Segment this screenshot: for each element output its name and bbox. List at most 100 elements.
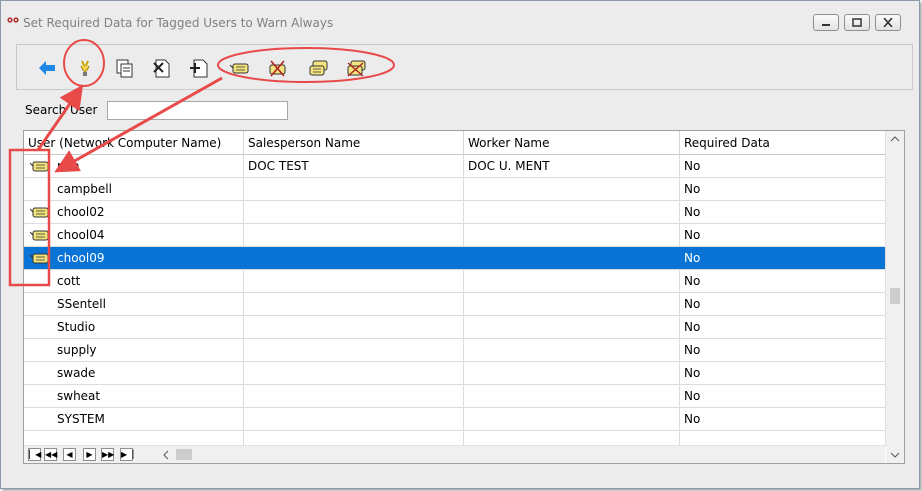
user-cell[interactable]: supply [24, 339, 244, 361]
delete-button[interactable] [151, 57, 173, 79]
table-row[interactable]: SYSTEM No [24, 408, 885, 431]
column-header-user[interactable]: User (Network Computer Name) [24, 131, 244, 155]
column-header-worker[interactable]: Worker Name [464, 131, 680, 155]
untag-all-icon [347, 60, 366, 77]
app-icon [7, 17, 19, 23]
add-document-icon [190, 59, 208, 78]
table-row[interactable]: nna DOC TEST DOC U. MENT No [24, 155, 885, 178]
salesperson-cell[interactable] [244, 201, 464, 223]
first-record-button[interactable]: ▏◀ [28, 448, 41, 461]
user-cell[interactable]: SSentell [24, 293, 244, 315]
tag-toggle-button[interactable] [74, 57, 96, 79]
previous-page-button[interactable]: ◀◀ [44, 448, 57, 461]
required-data-cell[interactable]: No [680, 155, 885, 177]
maximize-button[interactable] [844, 14, 870, 31]
scroll-corner [886, 446, 904, 463]
copy-icon [116, 59, 133, 78]
salesperson-cell[interactable] [244, 293, 464, 315]
table-row[interactable]: cott No [24, 270, 885, 293]
salesperson-cell[interactable] [244, 339, 464, 361]
required-data-cell[interactable]: No [680, 408, 885, 430]
worker-cell[interactable] [464, 178, 680, 200]
worker-cell[interactable] [464, 293, 680, 315]
user-cell[interactable]: nna [24, 155, 244, 177]
salesperson-cell[interactable] [244, 270, 464, 292]
tag-icon [30, 161, 49, 172]
required-data-cell[interactable]: No [680, 385, 885, 407]
untag-button[interactable] [266, 57, 288, 79]
user-cell[interactable]: swheat [24, 385, 244, 407]
next-page-button[interactable]: ▶▶ [101, 448, 114, 461]
worker-cell[interactable] [464, 339, 680, 361]
worker-cell[interactable] [464, 247, 680, 269]
table-row[interactable]: swheat No [24, 385, 885, 408]
tag-button[interactable] [228, 57, 250, 79]
user-cell[interactable]: cott [24, 270, 244, 292]
vertical-scroll-thumb[interactable] [890, 288, 900, 304]
tag-all-icon [309, 60, 328, 76]
required-data-cell[interactable]: No [680, 247, 885, 269]
worker-cell[interactable] [464, 224, 680, 246]
scroll-down-icon[interactable] [886, 449, 904, 461]
salesperson-cell[interactable]: DOC TEST [244, 155, 464, 177]
worker-cell[interactable] [464, 316, 680, 338]
required-data-cell[interactable]: No [680, 339, 885, 361]
table-row[interactable]: chool09 No [24, 247, 885, 270]
table-row[interactable]: campbell No [24, 178, 885, 201]
title-bar: Set Required Data for Tagged Users to Wa… [1, 1, 919, 37]
salesperson-cell[interactable] [244, 385, 464, 407]
user-cell[interactable]: chool04 [24, 224, 244, 246]
toolbar [16, 44, 913, 90]
minimize-button[interactable] [813, 14, 839, 31]
previous-record-button[interactable]: ◀ [63, 448, 76, 461]
table-row[interactable]: chool04 No [24, 224, 885, 247]
worker-cell[interactable]: DOC U. MENT [464, 155, 680, 177]
salesperson-cell[interactable] [244, 362, 464, 384]
required-data-cell[interactable]: No [680, 224, 885, 246]
required-data-cell[interactable]: No [680, 178, 885, 200]
add-button[interactable] [188, 57, 210, 79]
search-input[interactable] [107, 101, 288, 120]
worker-cell[interactable] [464, 201, 680, 223]
required-data-cell[interactable]: No [680, 201, 885, 223]
worker-cell[interactable] [464, 270, 680, 292]
user-cell[interactable]: chool09 [24, 247, 244, 269]
user-cell[interactable]: swade [24, 362, 244, 384]
untag-all-button[interactable] [345, 57, 367, 79]
salesperson-cell[interactable] [244, 408, 464, 430]
worker-cell[interactable] [464, 362, 680, 384]
worker-cell[interactable] [464, 408, 680, 430]
next-record-button[interactable]: ▶ [83, 448, 96, 461]
scroll-left-icon[interactable] [160, 449, 172, 461]
user-cell[interactable]: chool02 [24, 201, 244, 223]
salesperson-cell[interactable] [244, 178, 464, 200]
salesperson-cell[interactable] [244, 224, 464, 246]
required-data-cell[interactable]: No [680, 293, 885, 315]
close-button[interactable] [875, 14, 901, 31]
column-header-required-data[interactable]: Required Data [680, 131, 885, 155]
last-record-button[interactable]: ▶▕ [120, 448, 133, 461]
required-data-cell[interactable]: No [680, 362, 885, 384]
table-row[interactable]: supply No [24, 339, 885, 362]
table-row[interactable]: chool02 No [24, 201, 885, 224]
required-data-cell[interactable]: No [680, 316, 885, 338]
app-window: Set Required Data for Tagged Users to Wa… [0, 0, 920, 489]
salesperson-cell[interactable] [244, 247, 464, 269]
table-row[interactable]: swade No [24, 362, 885, 385]
column-header-salesperson[interactable]: Salesperson Name [244, 131, 464, 155]
scroll-up-icon [890, 136, 900, 142]
vertical-scrollbar[interactable] [885, 131, 904, 447]
user-cell[interactable]: SYSTEM [24, 408, 244, 430]
user-cell[interactable]: campbell [24, 178, 244, 200]
copy-button[interactable] [114, 57, 136, 79]
salesperson-cell[interactable] [244, 316, 464, 338]
tag-all-button[interactable] [307, 57, 329, 79]
back-button[interactable] [36, 57, 58, 79]
table-row[interactable]: SSentell No [24, 293, 885, 316]
user-cell[interactable]: Studio [24, 316, 244, 338]
table-row[interactable]: Studio No [24, 316, 885, 339]
required-data-cell[interactable]: No [680, 270, 885, 292]
worker-cell[interactable] [464, 385, 680, 407]
tag-icon [30, 253, 49, 264]
horizontal-scroll-thumb[interactable] [176, 449, 192, 460]
